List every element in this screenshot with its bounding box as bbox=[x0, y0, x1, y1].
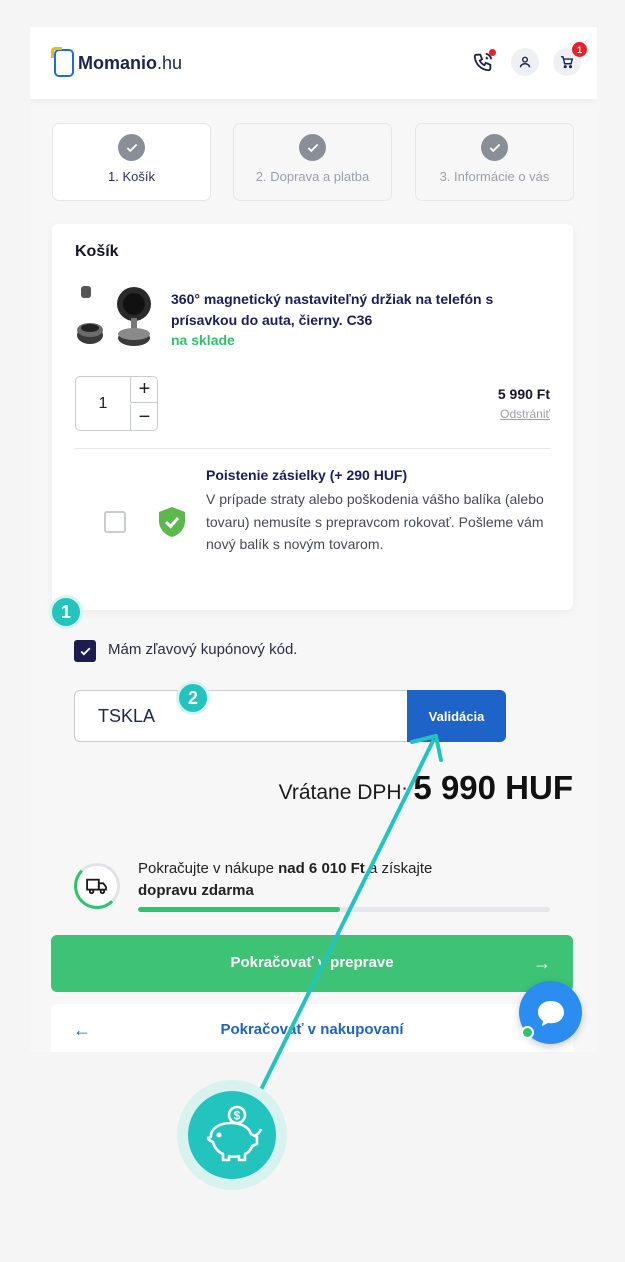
piggy-bank-icon: $ bbox=[206, 1105, 263, 1162]
continue-shopping-link[interactable]: ← Pokračovať v nakupovaní bbox=[51, 1004, 573, 1052]
logo-text: Momanio.hu bbox=[78, 52, 183, 73]
piggy-bank-badge: $ bbox=[177, 1080, 287, 1190]
insurance-title: Poistenie zásielky (+ 290 HUF) bbox=[206, 467, 408, 483]
step-marker-1: 1 bbox=[49, 595, 83, 629]
stock-status: na sklade bbox=[171, 332, 235, 348]
step-cart[interactable]: 1. Košík bbox=[52, 123, 211, 201]
quantity-stepper: 1 + − bbox=[75, 376, 158, 431]
cart-count-badge: 1 bbox=[572, 42, 587, 57]
step-label: 3. Informácie o vás bbox=[439, 169, 550, 184]
shield-check-icon bbox=[159, 507, 185, 537]
cart-icon[interactable]: 1 bbox=[553, 42, 587, 76]
item-price: 5 990 Ft bbox=[497, 386, 550, 402]
product-image[interactable] bbox=[76, 280, 156, 352]
check-icon bbox=[481, 134, 508, 161]
cart-card: Košík 360° magnetický nastaviteľný držia… bbox=[52, 224, 573, 610]
phone-logo-icon bbox=[51, 47, 74, 77]
divider bbox=[75, 448, 550, 449]
quantity-decrease-button[interactable]: − bbox=[130, 404, 158, 430]
continue-to-shipping-button[interactable]: Pokračovať v preprave → bbox=[51, 935, 573, 992]
logo[interactable]: Momanio.hu bbox=[51, 47, 183, 77]
chat-bubble-icon bbox=[537, 1000, 564, 1026]
insurance-description: V prípade straty alebo poškodenia vášho … bbox=[206, 491, 544, 552]
step-marker-2: 2 bbox=[176, 681, 210, 715]
notification-dot bbox=[489, 49, 496, 56]
online-indicator bbox=[521, 1026, 534, 1039]
svg-text:$: $ bbox=[234, 1109, 241, 1123]
order-total: Vrátane DPH: 5 990 HUF bbox=[279, 769, 573, 807]
step-shipping[interactable]: 2. Doprava a platba bbox=[233, 123, 392, 201]
phone-call-icon[interactable] bbox=[469, 48, 497, 76]
coupon-label[interactable]: Mám zľavový kupónový kód. bbox=[108, 641, 297, 658]
quantity-increase-button[interactable]: + bbox=[130, 377, 158, 403]
free-shipping-message: Pokračujte v nákupe nad 6 010 Ft a získa… bbox=[138, 860, 433, 899]
header-icons: 1 bbox=[469, 42, 587, 76]
total-label: Vrátane DPH: bbox=[278, 781, 408, 804]
product-name[interactable]: 360° magnetický nastaviteľný držiak na t… bbox=[171, 289, 556, 331]
check-icon bbox=[299, 134, 326, 161]
remove-link[interactable]: Odstrániť bbox=[500, 407, 550, 421]
free-shipping-progress-fill bbox=[138, 907, 340, 912]
coupon-checkbox[interactable] bbox=[74, 640, 96, 662]
coupon-code-input[interactable] bbox=[74, 690, 409, 742]
quantity-value[interactable]: 1 bbox=[76, 377, 130, 430]
site-header: Momanio.hu 1 bbox=[30, 27, 597, 99]
arrow-right-icon: → bbox=[533, 953, 551, 973]
step-label: 2. Doprava a platba bbox=[255, 169, 370, 184]
cart-title: Košík bbox=[75, 243, 119, 260]
user-icon[interactable] bbox=[511, 48, 539, 76]
step-info[interactable]: 3. Informácie o vás bbox=[415, 123, 574, 201]
truck-icon bbox=[74, 863, 120, 909]
validate-coupon-button[interactable]: Validácia bbox=[407, 690, 506, 742]
free-shipping-progress bbox=[138, 907, 550, 912]
step-label: 1. Košík bbox=[108, 169, 155, 184]
check-icon bbox=[118, 134, 145, 161]
continue-label: Pokračovať v preprave bbox=[230, 954, 394, 971]
checkout-page: Momanio.hu 1 1. Košík 2. Doprava a platb… bbox=[30, 27, 597, 1052]
continue-shopping-label: Pokračovať v nakupovaní bbox=[220, 1021, 404, 1038]
insurance-checkbox[interactable] bbox=[104, 511, 126, 533]
total-value: 5 990 HUF bbox=[413, 769, 573, 806]
